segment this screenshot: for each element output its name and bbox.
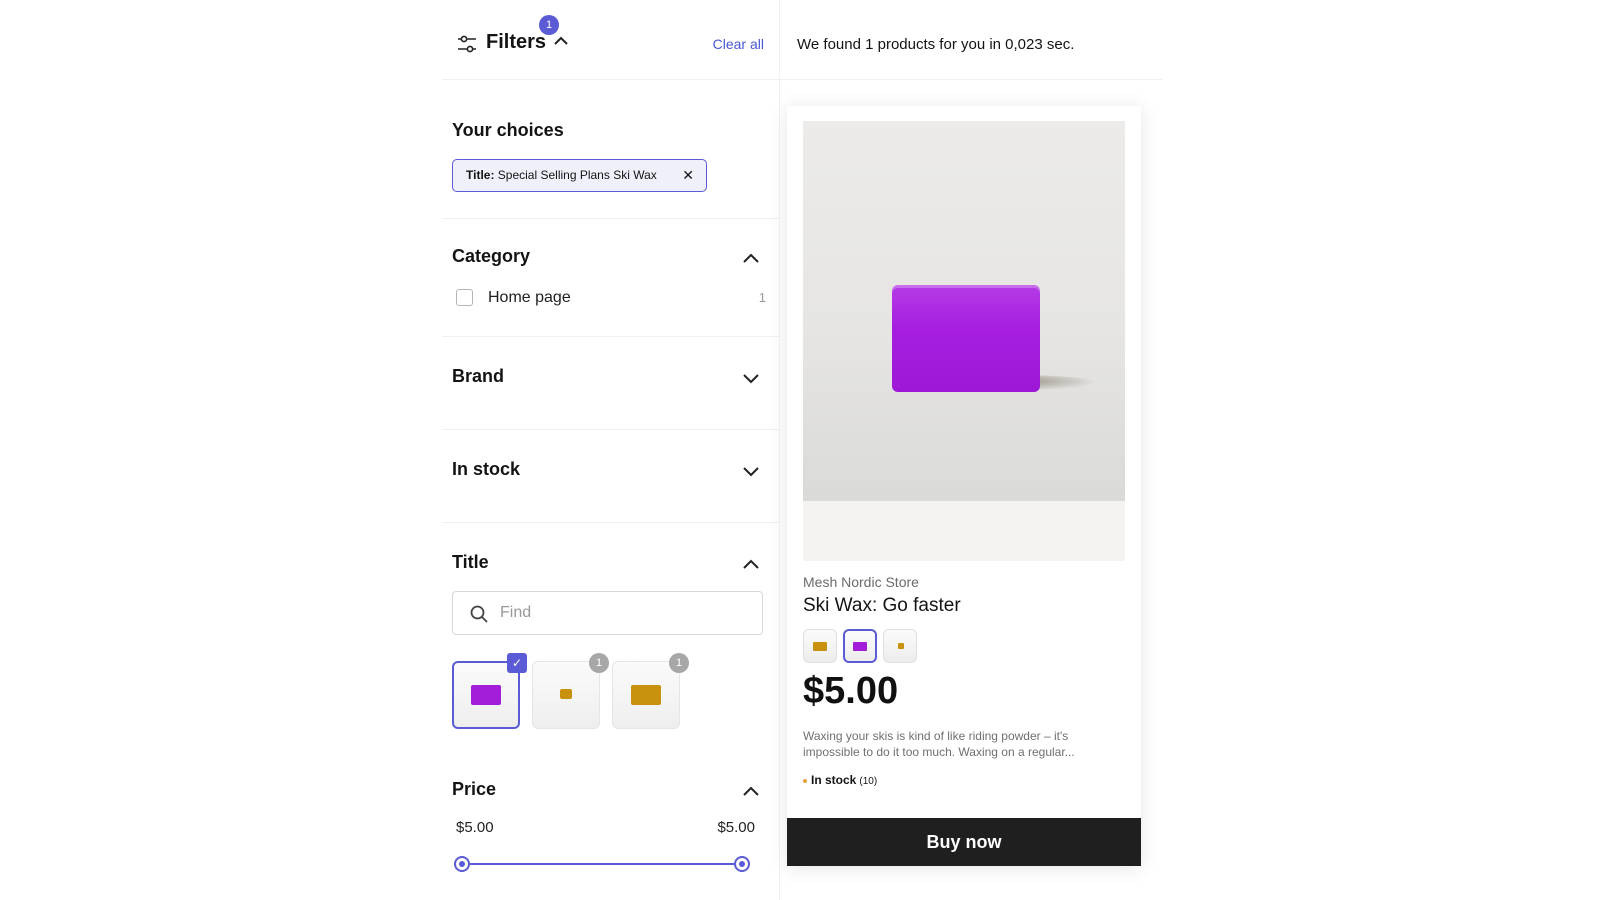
in-stock-section: In stock	[442, 430, 780, 523]
category-option-count: 1	[758, 290, 766, 305]
category-section: Category Home page 1	[442, 219, 780, 337]
results-summary: We found 1 products for you in 0,023 sec…	[797, 36, 1075, 53]
price-slider-min-handle[interactable]	[454, 856, 470, 872]
title-filter-title[interactable]: Title	[452, 552, 489, 573]
price-slider-max-handle[interactable]	[734, 856, 750, 872]
count-badge: 1	[589, 653, 609, 673]
filters-sidebar: Filters 1 Clear all Your choices Title: …	[442, 0, 780, 900]
product-title[interactable]: Ski Wax: Go faster	[803, 595, 961, 617]
title-section: Title ✓ 1 1	[442, 523, 780, 750]
product-price: $5.00	[803, 670, 899, 712]
price-slider-track[interactable]	[462, 863, 742, 865]
price-max-label: $5.00	[717, 819, 755, 836]
title-option-gold-wax-large[interactable]: 1	[612, 653, 689, 729]
brand-section: Brand	[442, 337, 780, 430]
sliders-icon[interactable]	[456, 33, 478, 55]
filters-title[interactable]: Filters	[486, 31, 546, 54]
results-header: We found 1 products for you in 0,023 sec…	[780, 0, 1162, 80]
category-checkbox[interactable]	[456, 289, 473, 306]
category-option-home-page[interactable]: Home page 1	[456, 288, 766, 308]
chip-key: Title:	[466, 168, 495, 182]
title-option-gold-wax-small[interactable]: 1	[532, 653, 609, 729]
your-choices-title: Your choices	[452, 120, 564, 140]
price-min-label: $5.00	[456, 819, 494, 836]
product-vendor: Mesh Nordic Store	[803, 574, 919, 590]
filters-header: Filters 1 Clear all	[442, 0, 780, 80]
stock-dot-icon	[803, 778, 807, 783]
chip-value: Special Selling Plans Ski Wax	[494, 168, 657, 182]
active-filter-chip[interactable]: Title: Special Selling Plans Ski Wax ✕	[452, 159, 707, 192]
price-title[interactable]: Price	[452, 779, 496, 800]
title-option-purple-wax[interactable]: ✓	[452, 653, 527, 729]
chevron-down-icon[interactable]	[742, 465, 760, 477]
filters-count-badge: 1	[539, 15, 559, 35]
stock-status: In stock (10)	[803, 773, 877, 787]
your-choices-section: Your choices Title: Special Selling Plan…	[442, 80, 780, 219]
category-option-label: Home page	[488, 289, 571, 306]
chevron-up-icon[interactable]	[553, 35, 569, 47]
wax-thumbnail	[471, 685, 501, 705]
ski-wax-block	[892, 285, 1040, 392]
variant-swatch-gold-small[interactable]	[883, 629, 917, 663]
stock-label: In stock	[811, 773, 857, 787]
clear-all-link[interactable]: Clear all	[713, 36, 764, 52]
variant-swatch-purple[interactable]	[843, 629, 877, 663]
wax-thumbnail	[560, 689, 572, 699]
chevron-down-icon[interactable]	[742, 372, 760, 384]
buy-now-button[interactable]: Buy now	[787, 818, 1141, 866]
wax-thumbnail	[631, 685, 661, 705]
variant-swatch-gold[interactable]	[803, 629, 837, 663]
product-card[interactable]: Mesh Nordic Store Ski Wax: Go faster $5.…	[787, 106, 1141, 866]
title-search-input[interactable]	[500, 592, 750, 634]
product-image[interactable]	[803, 121, 1125, 561]
chevron-up-icon[interactable]	[742, 785, 760, 797]
price-section: Price $5.00 $5.00	[442, 750, 780, 900]
chevron-up-icon[interactable]	[742, 558, 760, 570]
check-icon: ✓	[507, 653, 527, 673]
close-icon[interactable]: ✕	[682, 160, 694, 190]
chevron-up-icon[interactable]	[742, 252, 760, 264]
brand-title[interactable]: Brand	[452, 366, 504, 387]
count-badge: 1	[669, 653, 689, 673]
swatch-thumbnail	[853, 642, 867, 651]
stock-count: (10)	[859, 776, 878, 787]
swatch-thumbnail	[898, 643, 904, 649]
swatch-thumbnail	[813, 642, 827, 651]
search-icon	[470, 605, 488, 623]
category-title[interactable]: Category	[452, 246, 530, 267]
product-description: Waxing your skis is kind of like riding …	[803, 729, 1075, 759]
in-stock-title[interactable]: In stock	[452, 459, 520, 480]
title-search-box	[452, 591, 763, 635]
